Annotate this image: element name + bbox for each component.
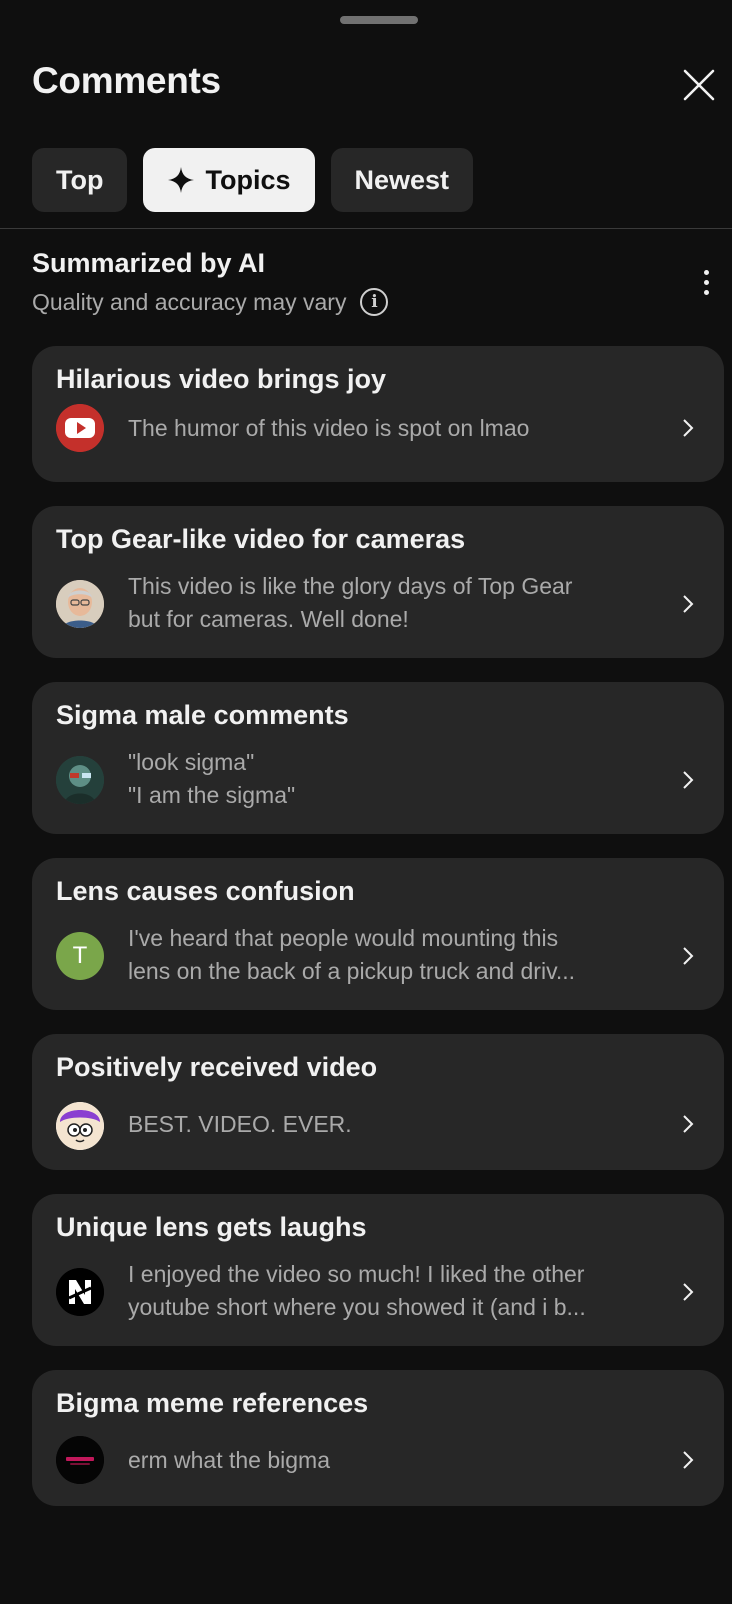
page-title: Comments (32, 60, 221, 101)
chevron-right-icon (683, 1451, 694, 1469)
topic-title: Unique lens gets laughs (56, 1212, 367, 1242)
topic-comment: I enjoyed the video so much! I liked the… (128, 1261, 586, 1320)
n-logo-avatar (56, 1268, 104, 1316)
tab-label: Top (56, 164, 104, 195)
chevron-right-icon (683, 419, 694, 437)
topic-comment: erm what the bigma (128, 1447, 330, 1473)
tab-label: Newest (354, 164, 450, 195)
info-icon[interactable]: i (360, 288, 389, 316)
topic-card[interactable]: Positively received video BEST. VIDEO. E… (32, 1034, 724, 1170)
summary-subtitle: Quality and accuracy may vary (32, 288, 347, 315)
chevron-right-icon (683, 1115, 694, 1133)
tab-top[interactable]: Top (32, 148, 128, 212)
close-button[interactable] (676, 62, 722, 108)
letter-avatar: T (56, 932, 104, 980)
topic-title: Lens causes confusion (56, 876, 355, 906)
topic-comment: I've heard that people would mounting th… (128, 925, 576, 984)
topic-comment: "look sigma" "I am the sigma" (128, 749, 296, 808)
tab-topics[interactable]: Topics (143, 148, 315, 212)
summary-subtitle-row: Quality and accuracy may vary i (32, 288, 389, 316)
youtube-logo-avatar (56, 404, 104, 452)
comments-sheet: Comments Top Topics Newest Summarized by… (0, 0, 732, 1604)
chevron-right-icon (683, 1283, 694, 1301)
sparkle-icon (168, 167, 195, 193)
teal-photo-avatar (56, 756, 104, 804)
tab-newest[interactable]: Newest (330, 148, 474, 212)
tab-label: Topics (205, 164, 291, 195)
dark-logo-avatar (56, 1436, 104, 1484)
topic-card[interactable]: Sigma male comments "look sigma" "I am t… (32, 682, 724, 834)
topic-title: Hilarious video brings joy (56, 364, 387, 394)
topic-title: Top Gear-like video for cameras (56, 524, 466, 554)
summary-title: Summarized by AI (32, 248, 266, 278)
sort-tabs: Top Topics Newest (32, 148, 474, 212)
close-icon (683, 69, 715, 101)
topic-card[interactable]: Hilarious video brings joy The humor of … (32, 346, 724, 482)
chevron-right-icon (683, 595, 694, 613)
man-photo-avatar (56, 580, 104, 628)
more-vert-icon[interactable] (686, 262, 726, 302)
topic-card[interactable]: Bigma meme references erm what the bigma (32, 1370, 724, 1506)
chevron-right-icon (683, 771, 694, 789)
topic-title: Sigma male comments (56, 700, 349, 730)
topic-card[interactable]: Unique lens gets laughs I enjoyed the vi… (32, 1194, 724, 1346)
topic-comment: The humor of this video is spot on lmao (128, 415, 530, 441)
topic-card[interactable]: Lens causes confusion T I've heard that … (32, 858, 724, 1010)
topic-title: Positively received video (56, 1052, 378, 1082)
topic-comment: This video is like the glory days of Top… (128, 573, 573, 632)
topic-title: Bigma meme references (56, 1388, 369, 1418)
topic-list: Hilarious video brings joy The humor of … (32, 346, 724, 1530)
chevron-right-icon (683, 947, 694, 965)
topic-comment: BEST. VIDEO. EVER. (128, 1111, 352, 1137)
drag-handle[interactable] (340, 16, 418, 24)
topic-card[interactable]: Top Gear-like video for cameras This vid… (32, 506, 724, 658)
cartoon-face-avatar (56, 1102, 104, 1150)
divider (0, 228, 732, 229)
